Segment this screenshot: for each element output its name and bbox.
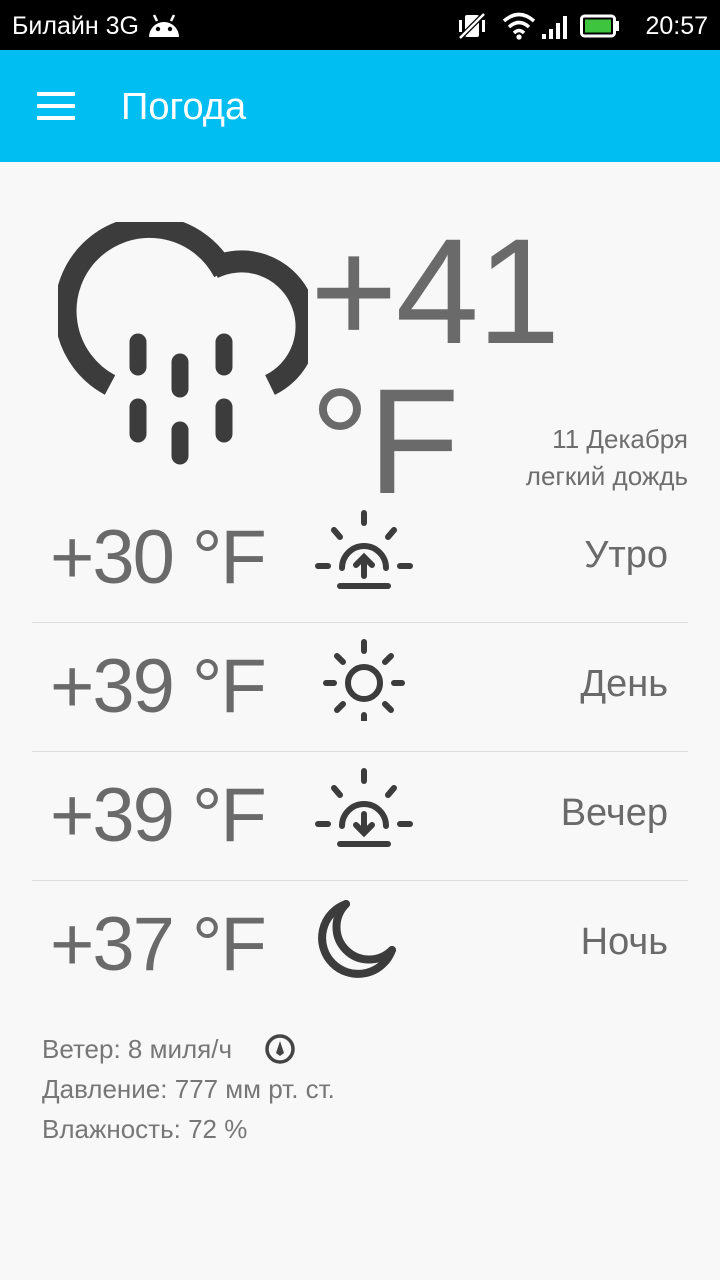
period-label: Утро	[584, 534, 668, 576]
battery-icon	[580, 14, 619, 38]
current-condition: легкий дождь	[525, 461, 688, 491]
period-temperature: +39 °F	[50, 644, 267, 729]
wind-line: Ветер: 8 миля/ч	[42, 1032, 335, 1072]
signal-icon	[542, 16, 567, 39]
wind-direction-icon	[265, 1034, 295, 1064]
page-title: Погода	[121, 86, 247, 128]
mute-vibrate-icon	[458, 12, 486, 40]
period-temperature: +30 °F	[50, 515, 267, 600]
status-time: 20:57	[645, 12, 708, 40]
sun-icon	[323, 639, 405, 721]
android-icon	[149, 14, 179, 37]
moon-icon	[318, 900, 396, 978]
status-bar: Билайн 3G 20:57	[0, 0, 720, 50]
period-label: День	[580, 663, 668, 705]
sunset-icon	[315, 768, 413, 847]
period-temperature: +39 °F	[50, 773, 267, 858]
period-label: Ночь	[580, 921, 668, 963]
weather-details: Ветер: 8 миля/ч Давление: 777 мм рт. ст.…	[42, 1032, 335, 1152]
period-row-day: +39 °F День	[32, 623, 688, 752]
period-row-evening: +39 °F Вечер	[32, 752, 688, 881]
period-label: Вечер	[560, 792, 668, 834]
period-row-night: +37 °F Ночь	[32, 881, 688, 1009]
status-icons: 20:57	[456, 10, 708, 42]
wind-text: Ветер: 8 миля/ч	[42, 1034, 233, 1064]
period-temperature: +37 °F	[50, 902, 267, 987]
app-toolbar: Погода	[0, 50, 720, 162]
pressure-line: Давление: 777 мм рт. ст.	[42, 1074, 335, 1104]
rain-cloud-icon	[58, 222, 308, 465]
hamburger-menu-icon[interactable]	[37, 92, 75, 120]
period-row-morning: +30 °F Утро	[32, 494, 688, 623]
sunrise-icon	[315, 510, 413, 589]
carrier-label: Билайн 3G	[12, 12, 139, 40]
current-date: 11 Декабря	[552, 424, 688, 454]
wifi-icon	[502, 12, 536, 40]
humidity-line: Влажность: 72 %	[42, 1114, 248, 1144]
